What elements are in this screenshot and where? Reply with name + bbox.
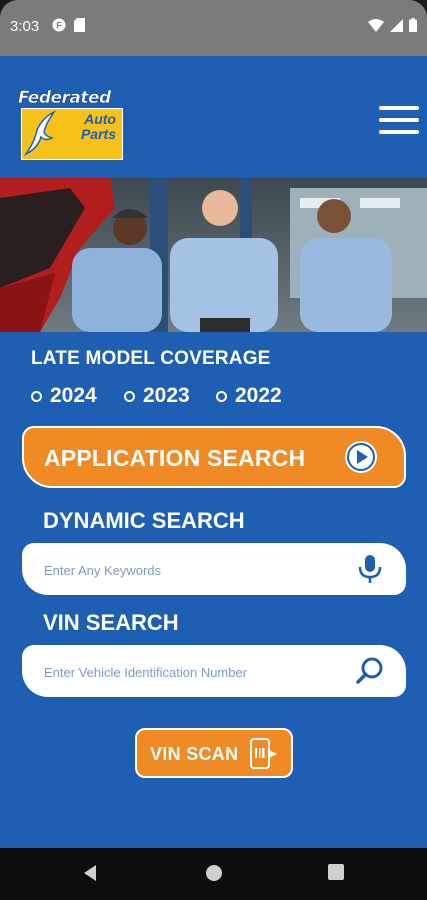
status-time: 3:03 [10,18,40,35]
seagull-icon [24,110,57,156]
vin-scan-button[interactable]: VIN SCAN [135,728,293,778]
wifi-icon [368,18,384,32]
menu-bar-3 [379,130,419,134]
logo-parts-text: Parts [80,126,116,142]
application-search-label: APPLICATION SEARCH [44,445,306,471]
home-icon[interactable] [205,864,223,882]
year-label-2023: 2023 [143,384,190,407]
year-option-2023[interactable]: 2023 [124,384,190,408]
radio-2024[interactable] [31,390,42,402]
application-search-button[interactable]: APPLICATION SEARCH [22,426,406,488]
status-left-icons: F [52,18,85,32]
search-icon[interactable] [356,656,384,686]
status-bar: 3:03 F [0,0,427,56]
vin-search-title: VIN SEARCH [43,610,179,635]
logo-wordmark: Federated [18,88,112,108]
app-header: Federated Auto Parts [0,68,427,178]
system-navigation-bar [0,848,427,900]
app-screen: 3:03 F Federated Auto Parts LATE MODEL C… [0,0,427,900]
microphone-icon[interactable] [356,554,384,584]
logo-auto-parts: Auto Parts [81,112,116,142]
mechanics-photo [0,178,427,332]
play-circle-icon[interactable] [344,440,378,474]
sd-card-icon [74,18,85,32]
recents-icon[interactable] [328,864,344,880]
vin-scan-label: VIN SCAN [150,744,239,764]
dynamic-search-title: DYNAMIC SEARCH [43,508,245,533]
menu-bar-1 [379,106,419,110]
radio-2022[interactable] [216,390,227,402]
logo-auto-text: Auto [84,111,116,127]
vin-search-field [22,645,406,699]
vin-search-input[interactable] [42,645,346,699]
year-label-2022: 2022 [235,384,282,407]
app-notification-icon: F [52,18,66,32]
dynamic-search-field [22,543,406,597]
year-option-2022[interactable]: 2022 [216,384,282,408]
hero-image [0,178,427,332]
barcode-scan-icon [250,738,277,769]
battery-icon [409,18,417,32]
svg-text:F: F [56,21,62,31]
coverage-title: LATE MODEL COVERAGE [31,348,271,369]
hamburger-menu-icon[interactable] [379,106,419,138]
radio-2023[interactable] [124,390,135,402]
year-option-2024[interactable]: 2024 [31,384,97,408]
status-right-icons [368,18,417,32]
menu-bar-2 [379,118,419,122]
federated-logo[interactable]: Federated Auto Parts [18,88,124,160]
dynamic-search-input[interactable] [42,543,346,597]
back-icon[interactable] [82,864,98,882]
year-label-2024: 2024 [50,384,97,407]
logo-badge: Auto Parts [21,108,123,160]
signal-icon [390,18,403,32]
